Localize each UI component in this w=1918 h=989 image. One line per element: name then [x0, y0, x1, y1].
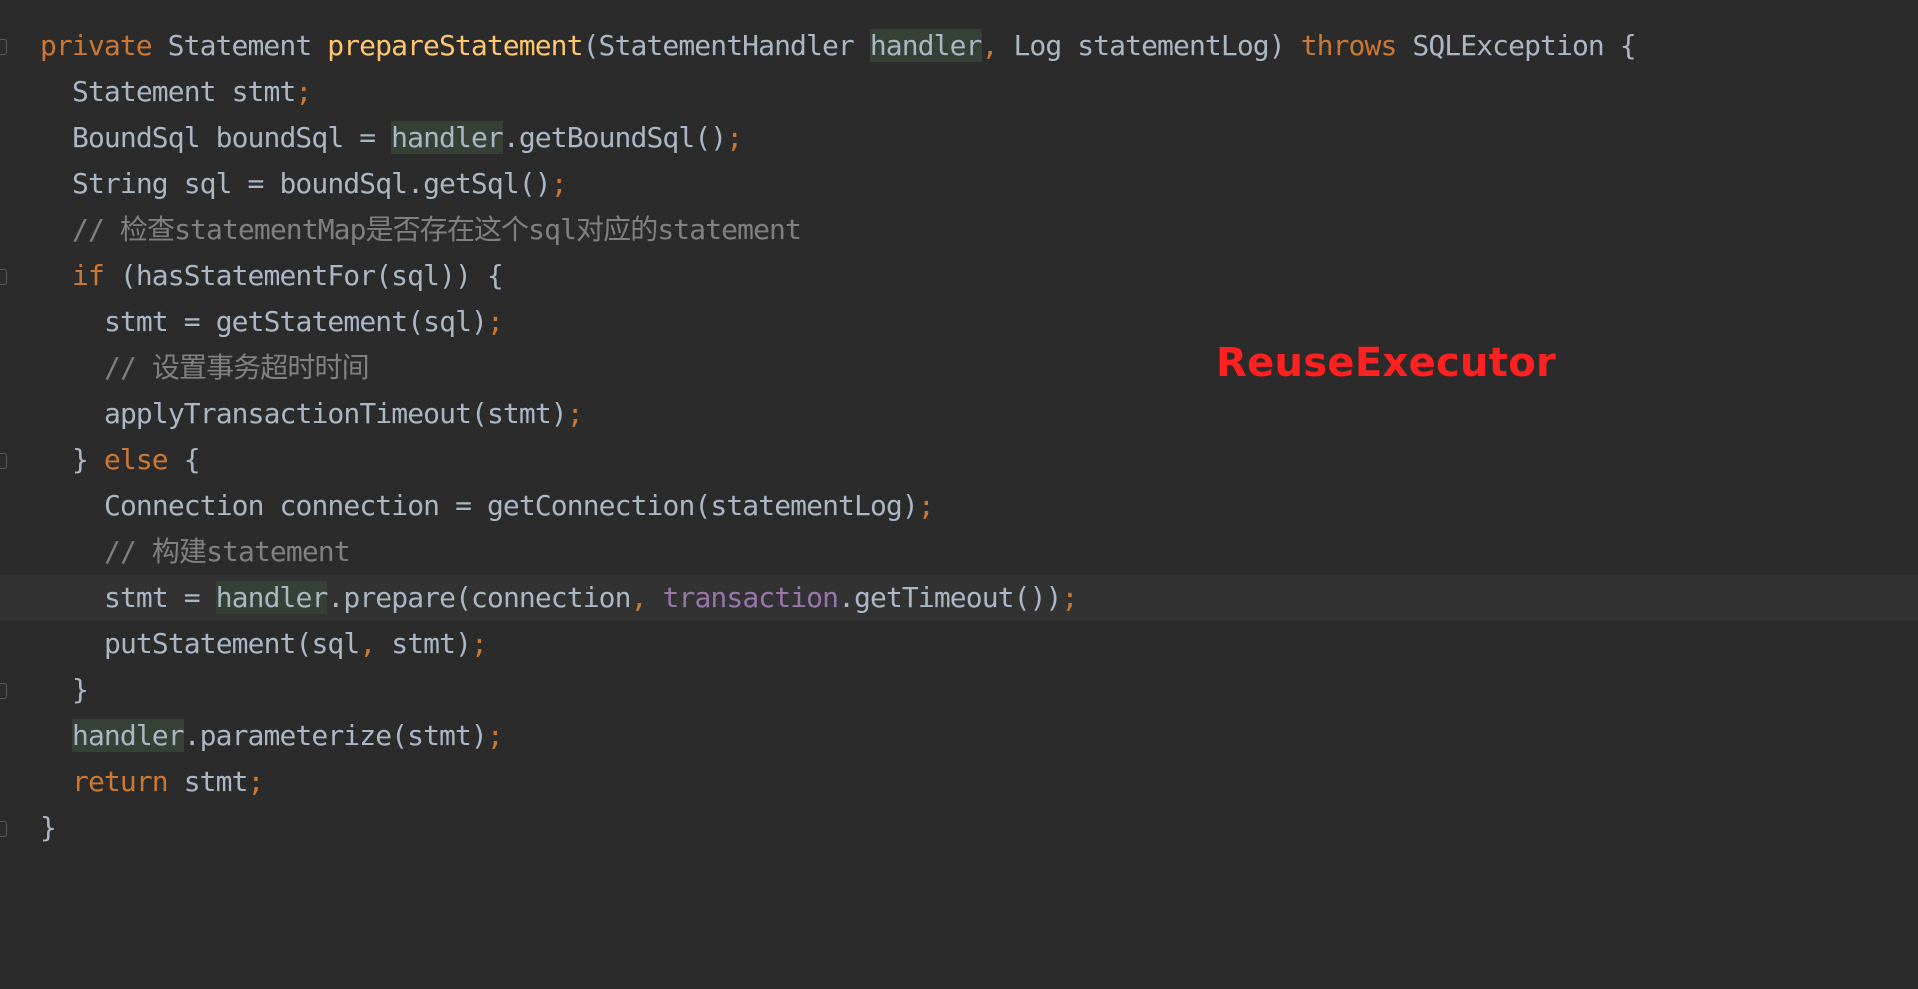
code-token: .parameterize(stmt) — [183, 719, 488, 752]
param-token: (StatementHandler — [582, 29, 870, 62]
code-token: stmt — [167, 765, 249, 798]
code-text: return stmt; — [72, 759, 264, 805]
keyword-token: throws — [1300, 29, 1398, 62]
code-token: .getBoundSql() — [502, 121, 727, 154]
code-text: putStatement(sql, stmt); — [104, 621, 488, 667]
fold-marker-icon[interactable] — [0, 821, 7, 837]
code-text: if (hasStatementFor(sql)) { — [72, 253, 504, 299]
code-line-9[interactable]: applyTransactionTimeout(stmt); — [0, 391, 1918, 437]
param-token: Log statementLog) — [997, 29, 1301, 62]
code-line-18[interactable]: } — [0, 805, 1918, 851]
code-text: stmt = getStatement(sql); — [104, 299, 504, 345]
code-line-11[interactable]: Connection connection = getConnection(st… — [0, 483, 1918, 529]
code-token: BoundSql boundSql = — [72, 121, 392, 154]
fold-marker-icon[interactable] — [0, 39, 7, 55]
code-line-10[interactable]: } else { — [0, 437, 1918, 483]
keyword-token: if — [72, 259, 105, 292]
highlighted-usage-token: handler — [869, 29, 982, 62]
closing-brace-token: } — [40, 811, 57, 844]
comma-token: , — [630, 581, 663, 614]
exception-token: SQLException { — [1396, 29, 1636, 62]
code-token: stmt = — [104, 581, 216, 614]
code-line-6[interactable]: if (hasStatementFor(sql)) { — [0, 253, 1918, 299]
code-text: String sql = boundSql.getSql(); — [72, 161, 568, 207]
semicolon-token: ; — [471, 627, 488, 660]
highlighted-usage-token: handler — [215, 581, 328, 614]
code-text: } — [40, 805, 57, 851]
comment-token: // 检查statementMap是否存在这个sql对应的statement — [72, 213, 802, 246]
semicolon-token: ; — [726, 121, 743, 154]
code-line-15[interactable]: } — [0, 667, 1918, 713]
code-line-12[interactable]: // 构建statement — [0, 529, 1918, 575]
highlighted-usage-token: handler — [72, 719, 185, 752]
code-line-8[interactable]: // 设置事务超时时间 — [0, 345, 1918, 391]
code-line-1[interactable]: private Statement prepareStatement(State… — [0, 23, 1918, 69]
code-text: BoundSql boundSql = handler.getBoundSql(… — [72, 115, 743, 161]
highlighted-usage-token: handler — [391, 121, 504, 154]
code-token: } — [72, 443, 104, 476]
fold-marker-icon[interactable] — [0, 683, 7, 699]
semicolon-token: ; — [1061, 581, 1078, 614]
reuse-executor-annotation: ReuseExecutor — [1216, 340, 1557, 386]
code-token: putStatement(sql — [104, 627, 360, 660]
comment-token: // 设置事务超时时间 — [104, 351, 370, 384]
code-line-7[interactable]: stmt = getStatement(sql); — [0, 299, 1918, 345]
semicolon-token: ; — [295, 75, 312, 108]
keyword-token: return — [72, 765, 169, 798]
semicolon-token: ; — [486, 719, 504, 752]
semicolon-token: ; — [566, 397, 584, 430]
code-editor[interactable]: private Statement prepareStatement(State… — [0, 0, 1918, 864]
code-line-14[interactable]: putStatement(sql, stmt); — [0, 621, 1918, 667]
code-token: .prepare(connection — [327, 581, 631, 614]
code-token: Connection connection = getConnection(st… — [104, 489, 919, 522]
code-line-2[interactable]: Statement stmt; — [0, 69, 1918, 115]
code-token: stmt) — [391, 627, 472, 660]
code-text: } else { — [72, 437, 201, 483]
code-text: private Statement prepareStatement(State… — [40, 23, 1637, 69]
comma-token: , — [359, 627, 392, 660]
keyword-token: private — [40, 29, 153, 62]
keyword-token: else — [103, 443, 169, 476]
code-text: handler.parameterize(stmt); — [72, 713, 504, 759]
semicolon-token: ; — [486, 305, 504, 338]
code-line-4[interactable]: String sql = boundSql.getSql(); — [0, 161, 1918, 207]
code-text: } — [72, 667, 89, 713]
code-token: (hasStatementFor(sql)) { — [103, 259, 504, 292]
code-line-13-current[interactable]: stmt = handler.prepare(connection, trans… — [0, 575, 1918, 621]
code-text: stmt = handler.prepare(connection, trans… — [104, 575, 1078, 621]
code-token: applyTransactionTimeout(stmt) — [104, 397, 568, 430]
closing-brace-token: } — [72, 673, 89, 706]
semicolon-token: ; — [550, 167, 568, 200]
code-text: applyTransactionTimeout(stmt); — [104, 391, 584, 437]
code-token: .getTimeout()) — [838, 581, 1062, 614]
code-text: Connection connection = getConnection(st… — [104, 483, 935, 529]
code-token: String sql = boundSql.getSql() — [72, 167, 552, 200]
type-token: Statement — [151, 29, 328, 62]
code-token: { — [167, 443, 201, 476]
code-line-16[interactable]: handler.parameterize(stmt); — [0, 713, 1918, 759]
fold-marker-icon[interactable] — [0, 269, 7, 285]
method-name-token: prepareStatement — [327, 29, 583, 62]
code-line-17[interactable]: return stmt; — [0, 759, 1918, 805]
code-text: Statement stmt; — [72, 69, 312, 115]
code-line-3[interactable]: BoundSql boundSql = handler.getBoundSql(… — [0, 115, 1918, 161]
field-token: transaction — [662, 581, 839, 614]
code-token: Statement stmt — [72, 75, 296, 108]
semicolon-token: ; — [917, 489, 935, 522]
comma-token: , — [981, 29, 999, 62]
comment-token: // 构建statement — [104, 535, 351, 568]
semicolon-token: ; — [247, 765, 265, 798]
fold-marker-icon[interactable] — [0, 453, 7, 469]
code-token: stmt = getStatement(sql) — [104, 305, 488, 338]
code-line-5[interactable]: // 检查statementMap是否存在这个sql对应的statement — [0, 207, 1918, 253]
